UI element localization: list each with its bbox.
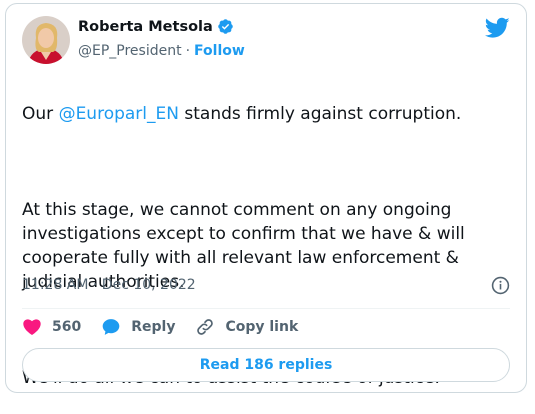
author-name[interactable]: Roberta Metsola — [78, 19, 213, 35]
reply-label: Reply — [131, 319, 176, 335]
separator: · — [185, 43, 191, 59]
info-icon[interactable] — [491, 276, 510, 295]
action-bar: 560 Reply Copy link — [22, 317, 318, 337]
avatar[interactable] — [22, 16, 70, 64]
copy-link-button[interactable]: Copy link — [195, 317, 298, 337]
heart-icon — [23, 319, 41, 335]
copy-link-label: Copy link — [225, 319, 299, 335]
verified-badge-icon — [217, 18, 234, 35]
tweet-timestamp[interactable]: 11:28 AM · Dec 10, 2022 — [22, 277, 196, 293]
author-name-row: Roberta Metsola — [78, 18, 234, 35]
mention-link[interactable]: @Europarl_EN — [59, 104, 179, 124]
read-replies-label: Read 186 replies — [199, 357, 333, 373]
link-icon — [197, 319, 214, 335]
reply-bubble-icon — [102, 319, 120, 335]
like-button[interactable]: 560 — [22, 317, 81, 337]
reply-button[interactable]: Reply — [101, 317, 175, 337]
avatar-portrait-icon — [22, 16, 70, 64]
like-count: 560 — [52, 319, 82, 335]
read-replies-button[interactable]: Read 186 replies — [22, 348, 510, 382]
divider — [22, 308, 510, 309]
twitter-bird-icon[interactable] — [484, 17, 510, 39]
tweet-card: Roberta Metsola @EP_President · Follow O… — [5, 3, 527, 393]
tweet-paragraph-1: Our @Europarl_EN stands firmly against c… — [22, 102, 512, 126]
follow-button[interactable]: Follow — [194, 43, 245, 59]
tweet-text-prefix: Our — [22, 104, 59, 124]
author-handle[interactable]: @EP_President — [78, 43, 182, 59]
tweet-text-suffix: stands firmly against corruption. — [178, 104, 462, 124]
author-handle-row: @EP_President · Follow — [78, 43, 245, 59]
